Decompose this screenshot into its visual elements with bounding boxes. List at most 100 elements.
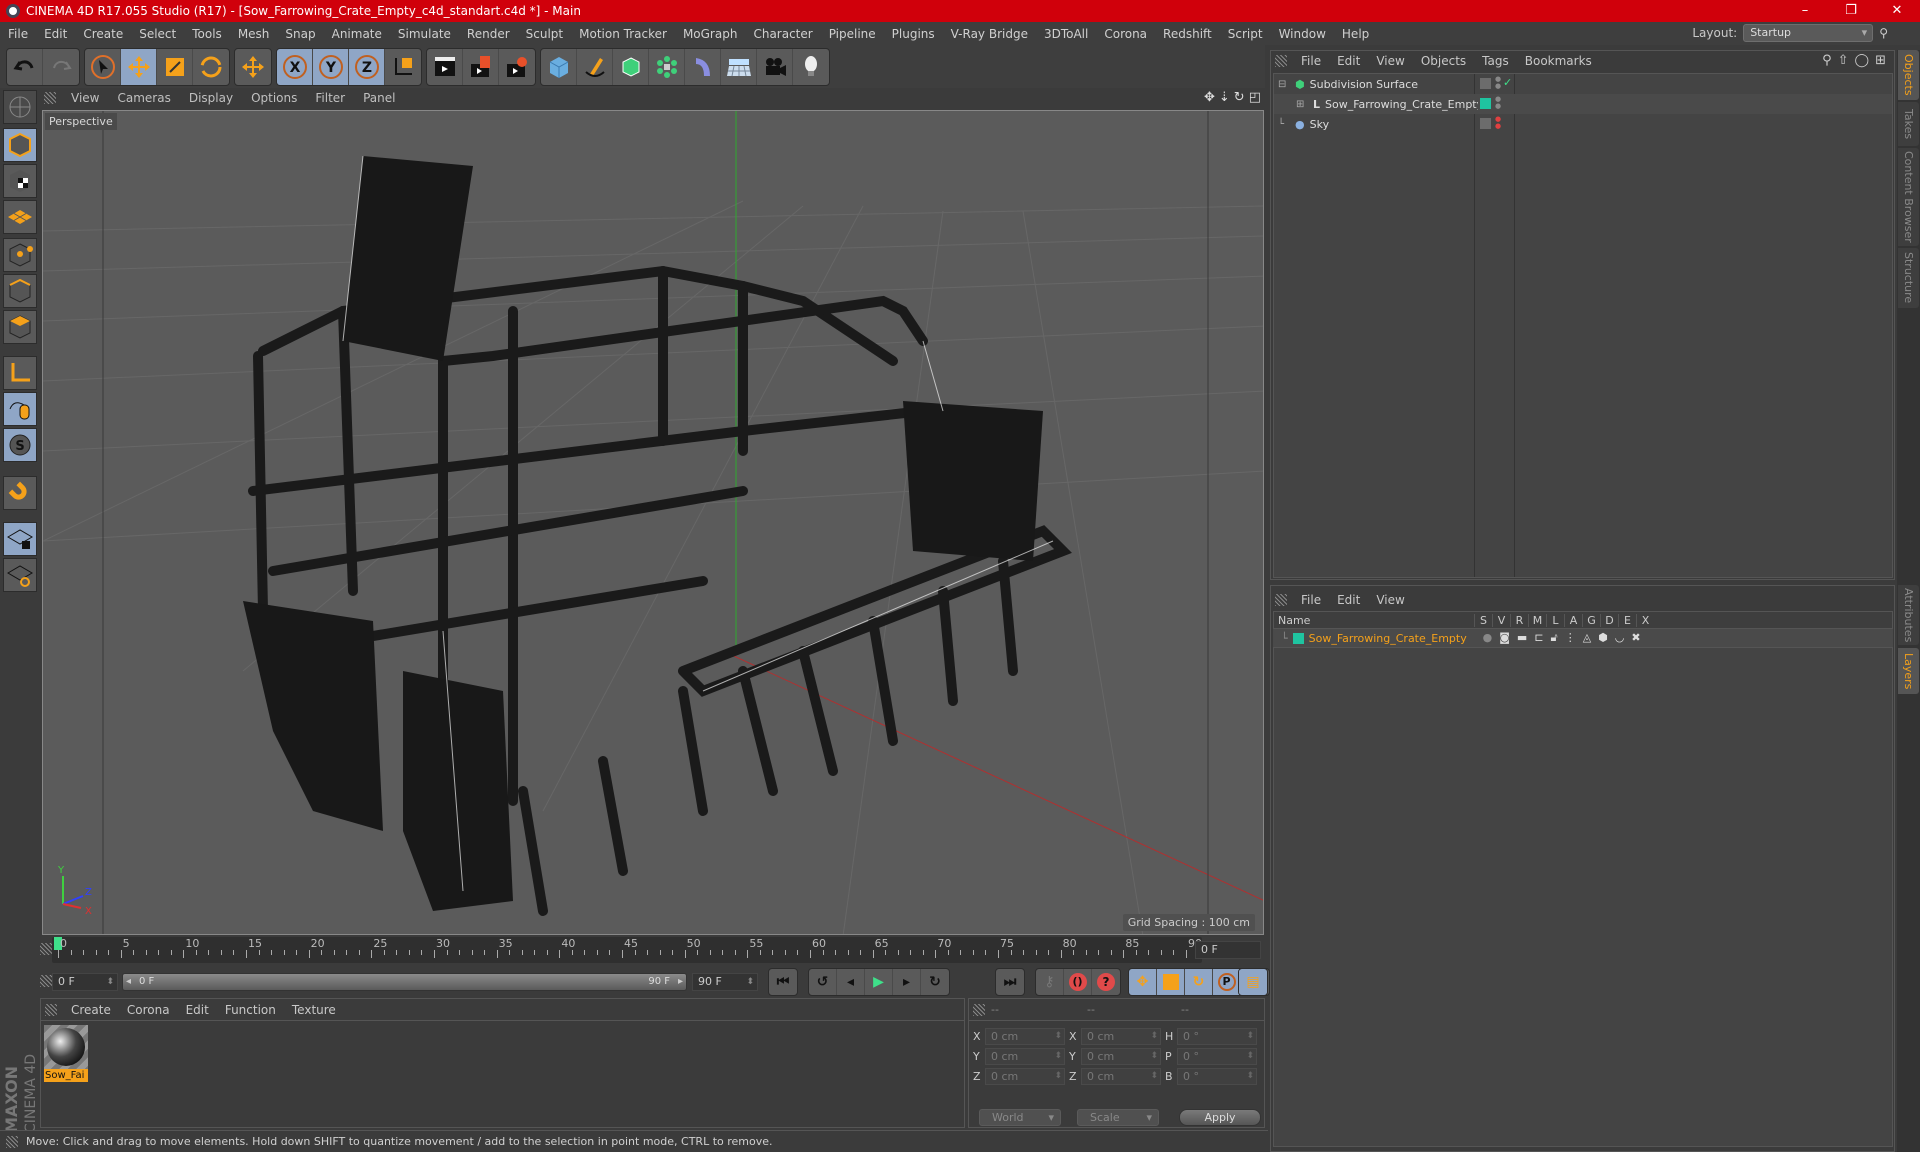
- tab-attributes[interactable]: Attributes: [1898, 585, 1919, 645]
- record-keyframe-icon[interactable]: (): [1064, 969, 1092, 995]
- menu-pipeline[interactable]: Pipeline: [821, 27, 884, 41]
- new-window-icon[interactable]: ⊞: [1875, 53, 1886, 68]
- menu-create[interactable]: Create: [75, 27, 131, 41]
- param-key-icon[interactable]: P: [1213, 969, 1241, 995]
- viewport-menu-panel[interactable]: Panel: [354, 91, 404, 105]
- go-to-start-icon[interactable]: ⏮: [769, 969, 797, 995]
- layer-color-swatch[interactable]: [1292, 632, 1304, 644]
- menu-mesh[interactable]: Mesh: [230, 27, 278, 41]
- visibility-icon[interactable]: ◯: [1855, 53, 1870, 68]
- size-field[interactable]: 0 cm: [1081, 1067, 1161, 1085]
- menu-mograph[interactable]: MoGraph: [675, 27, 746, 41]
- next-key-icon[interactable]: ↻: [921, 969, 949, 995]
- generator-toggle-icon[interactable]: ◬: [1583, 631, 1591, 645]
- menu-window[interactable]: Window: [1271, 27, 1334, 41]
- motion-path-icon[interactable]: ⚷: [1036, 969, 1064, 995]
- menu-plugins[interactable]: Plugins: [884, 27, 943, 41]
- render-toggle-icon[interactable]: ▬: [1517, 631, 1527, 645]
- timeline-window-icon[interactable]: ▤: [1239, 969, 1267, 995]
- render-settings-icon[interactable]: [499, 49, 535, 85]
- tab-layers[interactable]: Layers: [1898, 648, 1919, 694]
- visibility-dots-icon[interactable]: ● ●: [1495, 96, 1501, 110]
- floor-icon[interactable]: [721, 48, 757, 85]
- layer-column-m[interactable]: M: [1528, 613, 1546, 627]
- restore-button[interactable]: ❐: [1828, 0, 1874, 22]
- layer-menu-view[interactable]: View: [1368, 593, 1412, 607]
- tweak-mode-icon[interactable]: [3, 392, 37, 426]
- material-menu-create[interactable]: Create: [63, 1003, 119, 1017]
- menu-motion-tracker[interactable]: Motion Tracker: [571, 27, 675, 41]
- object-menu-edit[interactable]: Edit: [1329, 54, 1368, 68]
- menu-file[interactable]: File: [0, 27, 36, 41]
- object-row[interactable]: └ ● Sky ● ●: [1274, 114, 1892, 134]
- close-button[interactable]: ✕: [1874, 0, 1920, 22]
- object-row[interactable]: ⊟ ⬢ Subdivision Surface ● ● ✓: [1274, 74, 1892, 94]
- next-frame-icon[interactable]: ▸: [893, 969, 921, 995]
- layer-name[interactable]: Sow_Farrowing_Crate_Empty: [1309, 632, 1483, 645]
- object-name[interactable]: Sow_Farrowing_Crate_Empty: [1325, 98, 1478, 111]
- axis-mode-icon[interactable]: [3, 356, 37, 390]
- maximize-view-icon[interactable]: ◰: [1249, 90, 1261, 105]
- layer-column-r[interactable]: R: [1510, 613, 1528, 627]
- transport-grip[interactable]: [40, 975, 52, 987]
- menu-simulate[interactable]: Simulate: [390, 27, 459, 41]
- go-to-end-icon[interactable]: ⏭: [996, 969, 1024, 995]
- object-menu-tags[interactable]: Tags: [1474, 54, 1517, 68]
- planar-workplane-icon[interactable]: [3, 558, 37, 592]
- cube-icon[interactable]: [541, 48, 577, 85]
- scale-key-icon[interactable]: [1157, 969, 1185, 995]
- expression-toggle-icon[interactable]: ◡: [1615, 631, 1625, 645]
- frame-ruler[interactable]: 051015202530354045505560657075808590: [52, 937, 1202, 963]
- tab-takes[interactable]: Takes: [1898, 102, 1919, 146]
- render-picture-viewer-icon[interactable]: [463, 48, 499, 85]
- snap-icon[interactable]: [3, 476, 37, 510]
- expand-toggle-icon[interactable]: ⊞: [1296, 99, 1308, 110]
- y-axis-icon[interactable]: Y: [313, 48, 349, 85]
- menu-help[interactable]: Help: [1334, 27, 1377, 41]
- object-menu-file[interactable]: File: [1293, 54, 1329, 68]
- orbit-view-icon[interactable]: ↻: [1234, 90, 1245, 105]
- material-menu-texture[interactable]: Texture: [284, 1003, 344, 1017]
- search-icon[interactable]: ⚲: [1879, 26, 1888, 40]
- object-menu-bookmarks[interactable]: Bookmarks: [1517, 54, 1600, 68]
- layer-row[interactable]: └ Sow_Farrowing_Crate_Empty ● ◙ ▬ ⊏ 🔓︎ ⋮…: [1273, 629, 1893, 647]
- menu-sculpt[interactable]: Sculpt: [518, 27, 571, 41]
- rotation-field[interactable]: 0 °: [1177, 1067, 1257, 1085]
- layer-column-v[interactable]: V: [1492, 613, 1510, 627]
- expand-toggle-icon[interactable]: ⊟: [1278, 79, 1290, 90]
- position-field[interactable]: 0 cm: [985, 1027, 1065, 1045]
- pen-spline-icon[interactable]: [577, 48, 613, 85]
- render-view-icon[interactable]: [427, 48, 463, 85]
- manager-toggle-icon[interactable]: ⊏: [1534, 631, 1543, 645]
- locked-workplane-icon[interactable]: [3, 522, 37, 556]
- menu-tools[interactable]: Tools: [184, 27, 230, 41]
- xref-toggle-icon[interactable]: ✖: [1631, 631, 1640, 645]
- layer-column-d[interactable]: D: [1600, 613, 1618, 627]
- layer-column-s[interactable]: S: [1474, 613, 1492, 627]
- tab-objects[interactable]: Objects: [1898, 50, 1919, 100]
- material-menu-function[interactable]: Function: [217, 1003, 284, 1017]
- cloner-icon[interactable]: [649, 48, 685, 85]
- edges-mode-icon[interactable]: [3, 274, 37, 308]
- layer-column-name[interactable]: Name: [1274, 614, 1474, 627]
- move-icon[interactable]: [121, 48, 157, 85]
- layer-manager-grip[interactable]: [1275, 594, 1287, 606]
- apply-button[interactable]: Apply: [1179, 1109, 1261, 1126]
- menu-edit[interactable]: Edit: [36, 27, 75, 41]
- current-frame-field[interactable]: 0 F: [1195, 941, 1261, 959]
- slider-left-arrow-icon[interactable]: ◂: [126, 974, 131, 990]
- panel-grip[interactable]: [44, 92, 56, 104]
- menu-redshift[interactable]: Redshift: [1155, 27, 1220, 41]
- material-menu-edit[interactable]: Edit: [178, 1003, 217, 1017]
- layer-column-a[interactable]: A: [1564, 613, 1582, 627]
- tab-content-browser[interactable]: Content Browser: [1898, 148, 1919, 246]
- z-axis-icon[interactable]: Z: [349, 48, 385, 85]
- animation-toggle-icon[interactable]: ⋮: [1565, 631, 1576, 645]
- material-swatch[interactable]: Sow_Fai: [44, 1025, 88, 1082]
- rotation-field[interactable]: 0 °: [1177, 1027, 1257, 1045]
- previous-key-icon[interactable]: ↺: [809, 969, 837, 995]
- solo-toggle-icon[interactable]: ●: [1483, 631, 1493, 645]
- layer-menu-file[interactable]: File: [1293, 593, 1329, 607]
- deformer-toggle-icon[interactable]: ⬢: [1598, 631, 1608, 645]
- rotation-field[interactable]: 0 °: [1177, 1047, 1257, 1065]
